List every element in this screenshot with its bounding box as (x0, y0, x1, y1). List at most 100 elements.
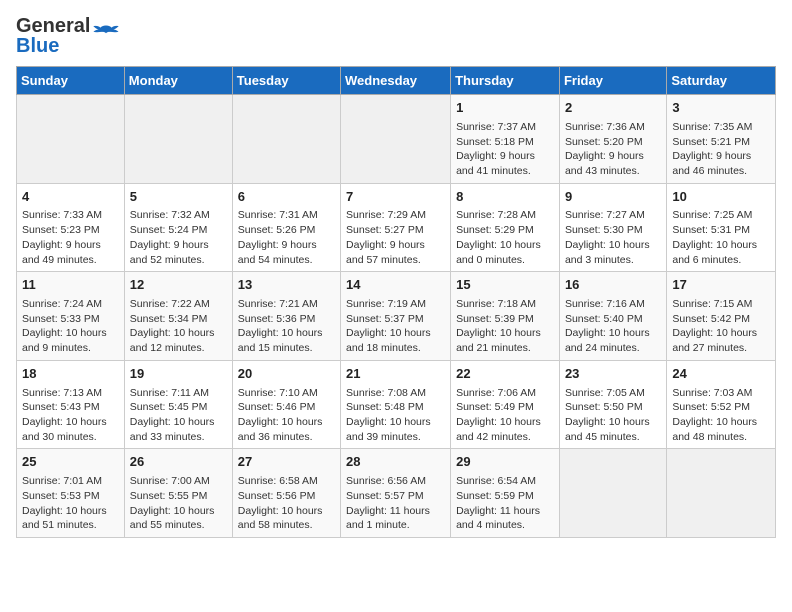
column-header-friday: Friday (559, 67, 666, 95)
column-header-tuesday: Tuesday (232, 67, 340, 95)
calendar-cell (341, 95, 451, 184)
day-detail: Sunrise: 7:16 AM Sunset: 5:40 PM Dayligh… (565, 297, 661, 356)
calendar-cell: 24 Sunrise: 7:03 AM Sunset: 5:52 PM Dayli… (667, 360, 776, 449)
day-number: 29 (456, 453, 554, 472)
day-number: 13 (238, 276, 335, 295)
calendar-cell: 23 Sunrise: 7:05 AM Sunset: 5:50 PM Dayli… (559, 360, 666, 449)
calendar-week-row: 18 Sunrise: 7:13 AM Sunset: 5:43 PM Dayli… (17, 360, 776, 449)
column-header-monday: Monday (124, 67, 232, 95)
day-detail: Sunrise: 7:00 AM Sunset: 5:55 PM Dayligh… (130, 474, 227, 533)
column-header-sunday: Sunday (17, 67, 125, 95)
calendar-cell: 11 Sunrise: 7:24 AM Sunset: 5:33 PM Dayli… (17, 272, 125, 361)
day-number: 18 (22, 365, 119, 384)
calendar-cell: 26 Sunrise: 7:00 AM Sunset: 5:55 PM Dayli… (124, 449, 232, 538)
day-number: 15 (456, 276, 554, 295)
day-detail: Sunrise: 7:10 AM Sunset: 5:46 PM Dayligh… (238, 386, 335, 445)
calendar-cell: 6Sunrise: 7:31 AM Sunset: 5:26 PM Daylig… (232, 183, 340, 272)
calendar-cell: 2 Sunrise: 7:36 AM Sunset: 5:20 PM Daylig… (559, 95, 666, 184)
day-detail: Sunrise: 7:11 AM Sunset: 5:45 PM Dayligh… (130, 386, 227, 445)
day-number: 27 (238, 453, 335, 472)
calendar-week-row: 25 Sunrise: 7:01 AM Sunset: 5:53 PM Dayli… (17, 449, 776, 538)
day-detail: Sunrise: 7:29 AM Sunset: 5:27 PM Dayligh… (346, 208, 445, 267)
calendar-cell: 14Sunrise: 7:19 AM Sunset: 5:37 PM Dayli… (341, 272, 451, 361)
day-detail: Sunrise: 6:58 AM Sunset: 5:56 PM Dayligh… (238, 474, 335, 533)
calendar-header-row: SundayMondayTuesdayWednesdayThursdayFrid… (17, 67, 776, 95)
day-number: 5 (130, 188, 227, 207)
logo-bird-icon (92, 22, 120, 50)
calendar-cell: 29Sunrise: 6:54 AM Sunset: 5:59 PM Dayli… (451, 449, 560, 538)
calendar-cell: 10Sunrise: 7:25 AM Sunset: 5:31 PM Dayli… (667, 183, 776, 272)
day-detail: Sunrise: 7:06 AM Sunset: 5:49 PM Dayligh… (456, 386, 554, 445)
column-header-saturday: Saturday (667, 67, 776, 95)
day-detail: Sunrise: 7:32 AM Sunset: 5:24 PM Dayligh… (130, 208, 227, 267)
day-number: 4 (22, 188, 119, 207)
calendar-cell (232, 95, 340, 184)
calendar-cell: 25 Sunrise: 7:01 AM Sunset: 5:53 PM Dayli… (17, 449, 125, 538)
calendar-cell (559, 449, 666, 538)
day-detail: Sunrise: 7:27 AM Sunset: 5:30 PM Dayligh… (565, 208, 661, 267)
calendar-cell: 4Sunrise: 7:33 AM Sunset: 5:23 PM Daylig… (17, 183, 125, 272)
calendar-cell (17, 95, 125, 184)
day-detail: Sunrise: 7:21 AM Sunset: 5:36 PM Dayligh… (238, 297, 335, 356)
calendar-cell: 13 Sunrise: 7:21 AM Sunset: 5:36 PM Dayli… (232, 272, 340, 361)
day-number: 25 (22, 453, 119, 472)
calendar-cell: 5Sunrise: 7:32 AM Sunset: 5:24 PM Daylig… (124, 183, 232, 272)
day-number: 23 (565, 365, 661, 384)
day-detail: Sunrise: 7:35 AM Sunset: 5:21 PM Dayligh… (672, 120, 770, 179)
day-number: 22 (456, 365, 554, 384)
calendar-cell: 21 Sunrise: 7:08 AM Sunset: 5:48 PM Dayli… (341, 360, 451, 449)
column-header-thursday: Thursday (451, 67, 560, 95)
day-number: 17 (672, 276, 770, 295)
calendar-cell: 7Sunrise: 7:29 AM Sunset: 5:27 PM Daylig… (341, 183, 451, 272)
calendar-cell: 22 Sunrise: 7:06 AM Sunset: 5:49 PM Dayli… (451, 360, 560, 449)
day-number: 26 (130, 453, 227, 472)
day-detail: Sunrise: 7:19 AM Sunset: 5:37 PM Dayligh… (346, 297, 445, 356)
calendar-cell: 1 Sunrise: 7:37 AM Sunset: 5:18 PM Daylig… (451, 95, 560, 184)
day-detail: Sunrise: 7:08 AM Sunset: 5:48 PM Dayligh… (346, 386, 445, 445)
calendar-cell: 19 Sunrise: 7:11 AM Sunset: 5:45 PM Dayli… (124, 360, 232, 449)
day-number: 11 (22, 276, 119, 295)
column-header-wednesday: Wednesday (341, 67, 451, 95)
day-detail: Sunrise: 7:13 AM Sunset: 5:43 PM Dayligh… (22, 386, 119, 445)
calendar-cell: 3 Sunrise: 7:35 AM Sunset: 5:21 PM Daylig… (667, 95, 776, 184)
calendar-cell: 27 Sunrise: 6:58 AM Sunset: 5:56 PM Dayli… (232, 449, 340, 538)
day-number: 24 (672, 365, 770, 384)
day-number: 9 (565, 188, 661, 207)
logo-general: General (16, 16, 90, 36)
calendar-cell: 12Sunrise: 7:22 AM Sunset: 5:34 PM Dayli… (124, 272, 232, 361)
calendar-cell: 8Sunrise: 7:28 AM Sunset: 5:29 PM Daylig… (451, 183, 560, 272)
calendar-cell: 17 Sunrise: 7:15 AM Sunset: 5:42 PM Dayli… (667, 272, 776, 361)
calendar-cell: 15 Sunrise: 7:18 AM Sunset: 5:39 PM Dayli… (451, 272, 560, 361)
calendar-cell: 20 Sunrise: 7:10 AM Sunset: 5:46 PM Dayli… (232, 360, 340, 449)
day-detail: Sunrise: 7:01 AM Sunset: 5:53 PM Dayligh… (22, 474, 119, 533)
day-number: 8 (456, 188, 554, 207)
day-detail: Sunrise: 7:05 AM Sunset: 5:50 PM Dayligh… (565, 386, 661, 445)
day-detail: Sunrise: 7:15 AM Sunset: 5:42 PM Dayligh… (672, 297, 770, 356)
day-number: 2 (565, 99, 661, 118)
day-detail: Sunrise: 7:36 AM Sunset: 5:20 PM Dayligh… (565, 120, 661, 179)
calendar-cell (667, 449, 776, 538)
calendar-cell: 28Sunrise: 6:56 AM Sunset: 5:57 PM Dayli… (341, 449, 451, 538)
day-number: 19 (130, 365, 227, 384)
day-number: 3 (672, 99, 770, 118)
calendar-week-row: 1 Sunrise: 7:37 AM Sunset: 5:18 PM Daylig… (17, 95, 776, 184)
calendar-cell (124, 95, 232, 184)
page-header: General Blue (16, 16, 776, 56)
day-number: 28 (346, 453, 445, 472)
day-number: 21 (346, 365, 445, 384)
day-number: 20 (238, 365, 335, 384)
calendar-week-row: 4Sunrise: 7:33 AM Sunset: 5:23 PM Daylig… (17, 183, 776, 272)
calendar-cell: 16 Sunrise: 7:16 AM Sunset: 5:40 PM Dayli… (559, 272, 666, 361)
calendar-week-row: 11 Sunrise: 7:24 AM Sunset: 5:33 PM Dayli… (17, 272, 776, 361)
logo-blue: Blue (16, 36, 90, 56)
day-detail: Sunrise: 7:18 AM Sunset: 5:39 PM Dayligh… (456, 297, 554, 356)
day-detail: Sunrise: 7:03 AM Sunset: 5:52 PM Dayligh… (672, 386, 770, 445)
day-number: 16 (565, 276, 661, 295)
day-detail: Sunrise: 7:37 AM Sunset: 5:18 PM Dayligh… (456, 120, 554, 179)
day-number: 6 (238, 188, 335, 207)
day-number: 1 (456, 99, 554, 118)
day-detail: Sunrise: 7:25 AM Sunset: 5:31 PM Dayligh… (672, 208, 770, 267)
day-number: 12 (130, 276, 227, 295)
calendar-cell: 18 Sunrise: 7:13 AM Sunset: 5:43 PM Dayli… (17, 360, 125, 449)
day-detail: Sunrise: 7:24 AM Sunset: 5:33 PM Dayligh… (22, 297, 119, 356)
